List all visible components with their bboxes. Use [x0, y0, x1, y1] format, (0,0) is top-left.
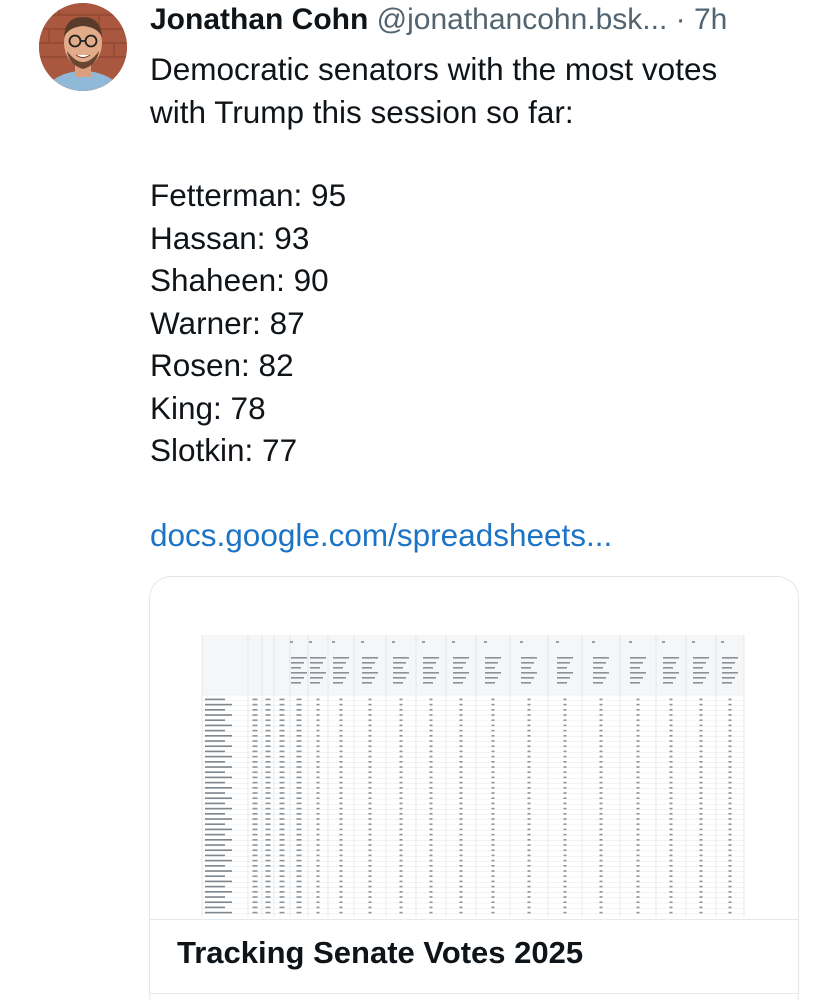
card-divider [150, 919, 798, 920]
card-title: Tracking Senate Votes 2025 [177, 935, 584, 970]
spreadsheet-link[interactable]: docs.google.com/spreadsheets... [150, 514, 612, 556]
post-text-line: with Trump this session so far: [150, 93, 574, 130]
author-name[interactable]: Jonathan Cohn [150, 3, 368, 36]
separator-dot: · [675, 3, 686, 36]
vote-list-item: Slotkin: 77 [150, 432, 298, 468]
spreadsheet-preview-image [201, 635, 745, 917]
link-preview-card[interactable]: Tracking Senate Votes 2025 [149, 576, 799, 1000]
avatar[interactable] [39, 3, 127, 91]
author-handle[interactable]: @jonathancohn.bsk... [377, 3, 668, 36]
post-header: Jonathan Cohn @jonathancohn.bsk... · 7h [150, 2, 810, 42]
post-text: Democratic senators with the most votes … [150, 48, 810, 133]
vote-list-item: Shaheen: 90 [150, 262, 329, 298]
vote-list-item: Rosen: 82 [150, 347, 294, 383]
spreadsheet-thumbnail [150, 577, 798, 919]
post-text-line: Democratic senators with the most votes [150, 51, 718, 87]
card-divider [150, 993, 798, 994]
vote-list: Fetterman: 95 Hassan: 93 Shaheen: 90 War… [150, 174, 346, 472]
vote-list-item: Warner: 87 [150, 304, 305, 341]
vote-list-item: Fetterman: 95 [150, 177, 347, 213]
post-time[interactable]: 7h [694, 3, 727, 36]
avatar-image [39, 3, 127, 91]
vote-list-item: King: 78 [150, 389, 266, 426]
vote-list-item: Hassan: 93 [150, 219, 310, 256]
